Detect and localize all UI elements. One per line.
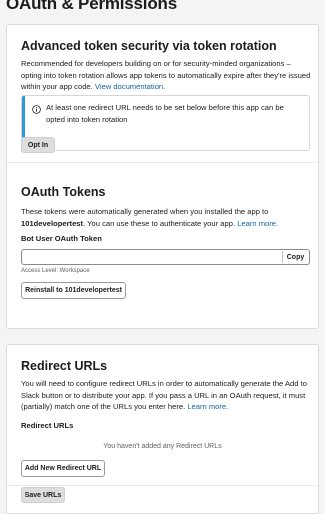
info-icon [32, 105, 41, 114]
oauth-tokens-desc-before: These tokens were automatically generate… [21, 207, 269, 216]
add-redirect-url-button[interactable]: Add New Redirect URL [21, 460, 105, 477]
bot-token-input[interactable] [22, 250, 272, 264]
token-rotation-description: Recommended for developers building on o… [21, 58, 311, 93]
view-documentation-link[interactable]: View documentation. [95, 82, 165, 91]
token-rotation-description-text: Recommended for developers building on o… [21, 59, 311, 92]
redirect-urls-card: Redirect URLs You will need to configure… [6, 344, 319, 514]
bot-token-label: Bot User OAuth Token [21, 234, 102, 243]
token-rotation-card: Advanced token security via token rotati… [6, 24, 319, 329]
redirect-required-notice: At least one redirect URL needs to be se… [21, 95, 310, 151]
access-level-text: Access Level: Workspace [21, 268, 90, 274]
redirect-urls-description-text: You will need to configure redirect URLs… [21, 379, 307, 412]
oauth-tokens-description: These tokens were automatically generate… [21, 206, 311, 229]
reinstall-button[interactable]: Reinstall to 101developertest [21, 282, 126, 299]
empty-redirect-urls-message: You haven't added any Redirect URLs [103, 443, 222, 450]
bot-token-field: Copy [21, 249, 310, 265]
opt-in-button[interactable]: Opt In [21, 137, 55, 153]
save-urls-button[interactable]: Save URLs [21, 487, 65, 503]
redirect-urls-section-label: Redirect URLs [21, 421, 74, 430]
section-divider [7, 162, 318, 163]
oauth-tokens-title: OAuth Tokens [21, 185, 106, 199]
page-title: OAuth & Permissions [6, 0, 177, 13]
oauth-tokens-desc-after: . You can use these to authenticate your… [83, 218, 236, 228]
notice-text: At least one redirect URL needs to be se… [46, 103, 284, 124]
redirect-urls-description: You will need to configure redirect URLs… [21, 378, 313, 413]
copy-button[interactable]: Copy [282, 251, 308, 263]
oauth-tokens-learn-more-link[interactable]: Learn more. [237, 219, 278, 228]
redirect-divider [7, 485, 318, 486]
redirect-urls-learn-more-link[interactable]: Learn more. [187, 402, 228, 411]
workspace-name: 101developertest [21, 218, 84, 228]
token-rotation-title: Advanced token security via token rotati… [21, 39, 277, 53]
redirect-urls-title: Redirect URLs [21, 359, 108, 373]
